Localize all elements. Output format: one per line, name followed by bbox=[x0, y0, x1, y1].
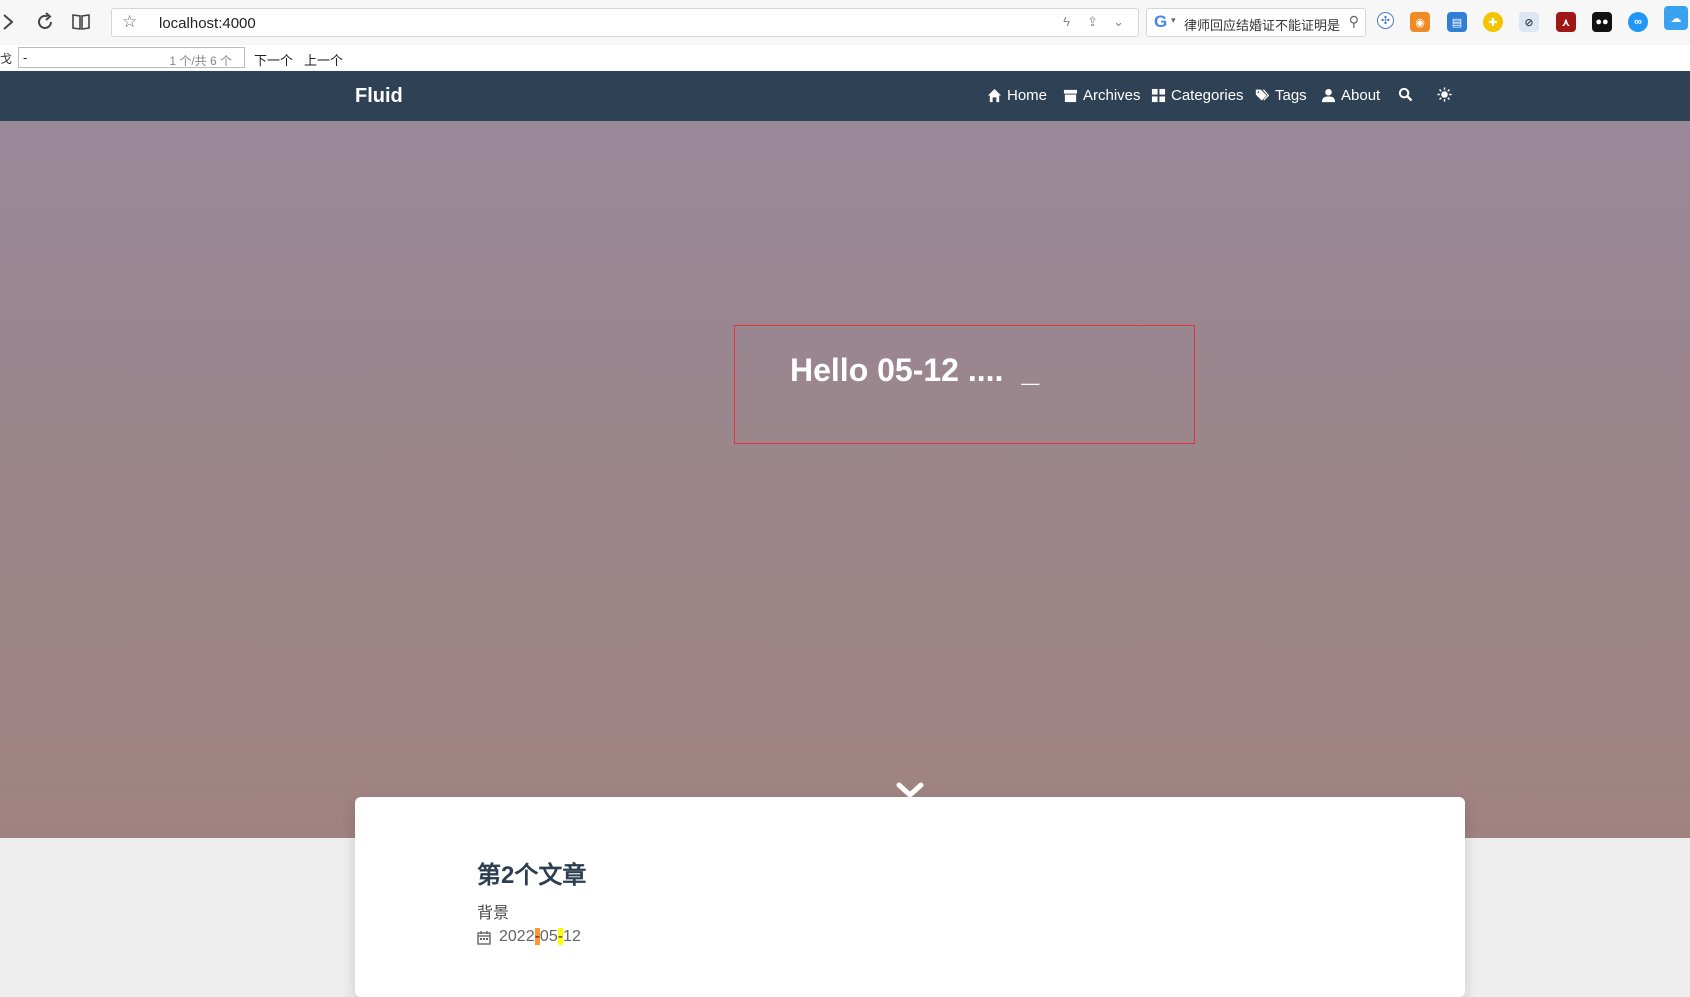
nav-search-button[interactable] bbox=[1398, 87, 1413, 102]
archive-icon bbox=[1063, 89, 1078, 103]
typing-cursor: _ bbox=[1021, 352, 1040, 388]
find-bar-prefix: 戈 bbox=[0, 52, 13, 66]
nav-item-archives[interactable]: Archives bbox=[1063, 87, 1141, 104]
hero-headline-text: Hello 05-12 .... bbox=[790, 352, 1004, 388]
nav-item-home[interactable]: Home bbox=[987, 87, 1047, 104]
search-text: 律师回应结婚证不能证明是 bbox=[1184, 18, 1341, 33]
user-icon bbox=[1321, 88, 1336, 103]
dropdown-chevron-icon[interactable]: ⌄ bbox=[1113, 14, 1124, 30]
hero-typing-box: Hello 05-12 .... _ bbox=[734, 325, 1195, 444]
site-navbar: Fluid Home Archives Categories Tags Abou… bbox=[0, 71, 1690, 121]
find-match-count: 1 个/共 6 个 bbox=[169, 54, 232, 68]
google-icon[interactable]: G bbox=[1154, 12, 1167, 32]
forward-icon[interactable] bbox=[0, 8, 22, 36]
nav-item-about[interactable]: About bbox=[1321, 87, 1380, 104]
address-bar[interactable]: ☆ localhost:4000 ϟ ⇪ ⌄ bbox=[111, 8, 1139, 37]
extension-mask-icon[interactable]: ●● bbox=[1592, 12, 1612, 32]
share-icon[interactable]: ⇪ bbox=[1087, 14, 1098, 30]
post-title[interactable]: 第2个文章 bbox=[477, 855, 586, 890]
find-input[interactable]: - 1 个/共 6 个 bbox=[18, 47, 245, 68]
site-brand[interactable]: Fluid bbox=[355, 85, 403, 108]
categories-icon bbox=[1151, 88, 1166, 103]
reading-mode-icon[interactable] bbox=[67, 8, 95, 36]
sun-icon bbox=[1437, 87, 1452, 102]
post-card: 第2个文章 背景 2022-05-12 bbox=[355, 797, 1465, 997]
browser-search-box[interactable]: G ▾ 律师回应结婚证不能证明是 ⚲ bbox=[1146, 8, 1366, 37]
nav-item-label: About bbox=[1341, 87, 1381, 104]
post-date: 2022-05-12 bbox=[477, 928, 581, 946]
extension-cloud-icon[interactable]: ☁ bbox=[1664, 6, 1688, 30]
hero-banner bbox=[0, 121, 1690, 838]
extension-coin-icon[interactable]: ✚ bbox=[1483, 12, 1503, 32]
extension-compass-icon[interactable]: ✣ bbox=[1377, 12, 1394, 29]
bookmark-star-icon[interactable]: ☆ bbox=[122, 12, 137, 32]
extension-pdf-icon[interactable]: ⋏ bbox=[1556, 12, 1576, 32]
tags-icon bbox=[1255, 89, 1270, 101]
calendar-icon bbox=[477, 930, 491, 945]
post-excerpt: 背景 bbox=[477, 905, 510, 922]
extension-scan-icon[interactable]: ⊘ bbox=[1519, 12, 1539, 32]
extension-file-icon[interactable]: ▤ bbox=[1447, 12, 1467, 32]
browser-toolbar: ☆ localhost:4000 ϟ ⇪ ⌄ G ▾ 律师回应结婚证不能证明是 … bbox=[0, 0, 1690, 46]
address-url: localhost:4000 bbox=[159, 15, 256, 32]
extension-infinity-icon[interactable]: ∞ bbox=[1628, 12, 1648, 32]
nav-theme-toggle[interactable] bbox=[1437, 87, 1452, 102]
nav-item-label: Tags bbox=[1275, 87, 1307, 104]
post-date-text: 2022-05-12 bbox=[499, 928, 581, 946]
engine-dropdown-icon[interactable]: ▾ bbox=[1171, 15, 1176, 26]
hero-headline: Hello 05-12 .... _ bbox=[790, 352, 1039, 389]
find-next-button[interactable]: 下一个 bbox=[254, 50, 293, 69]
nav-item-tags[interactable]: Tags bbox=[1255, 87, 1307, 104]
search-icon[interactable]: ⚲ bbox=[1349, 13, 1359, 30]
nav-item-label: Home bbox=[1007, 87, 1048, 104]
nav-item-categories[interactable]: Categories bbox=[1151, 87, 1244, 104]
find-in-page-bar: 戈 - 1 个/共 6 个 下一个 上一个 bbox=[0, 45, 1690, 72]
date-day: 12 bbox=[563, 928, 581, 945]
search-icon bbox=[1398, 87, 1413, 102]
date-year: 2022 bbox=[499, 928, 535, 945]
nav-item-label: Categories bbox=[1171, 87, 1244, 104]
lightning-icon[interactable]: ϟ bbox=[1063, 14, 1070, 29]
find-query: - bbox=[23, 50, 28, 65]
find-prev-button[interactable]: 上一个 bbox=[304, 50, 343, 69]
nav-item-label: Archives bbox=[1083, 87, 1141, 104]
extension-gamepad-icon[interactable]: ◉ bbox=[1410, 12, 1430, 32]
date-month: 05 bbox=[539, 928, 558, 945]
reload-icon[interactable] bbox=[31, 8, 59, 36]
home-icon bbox=[987, 88, 1002, 103]
